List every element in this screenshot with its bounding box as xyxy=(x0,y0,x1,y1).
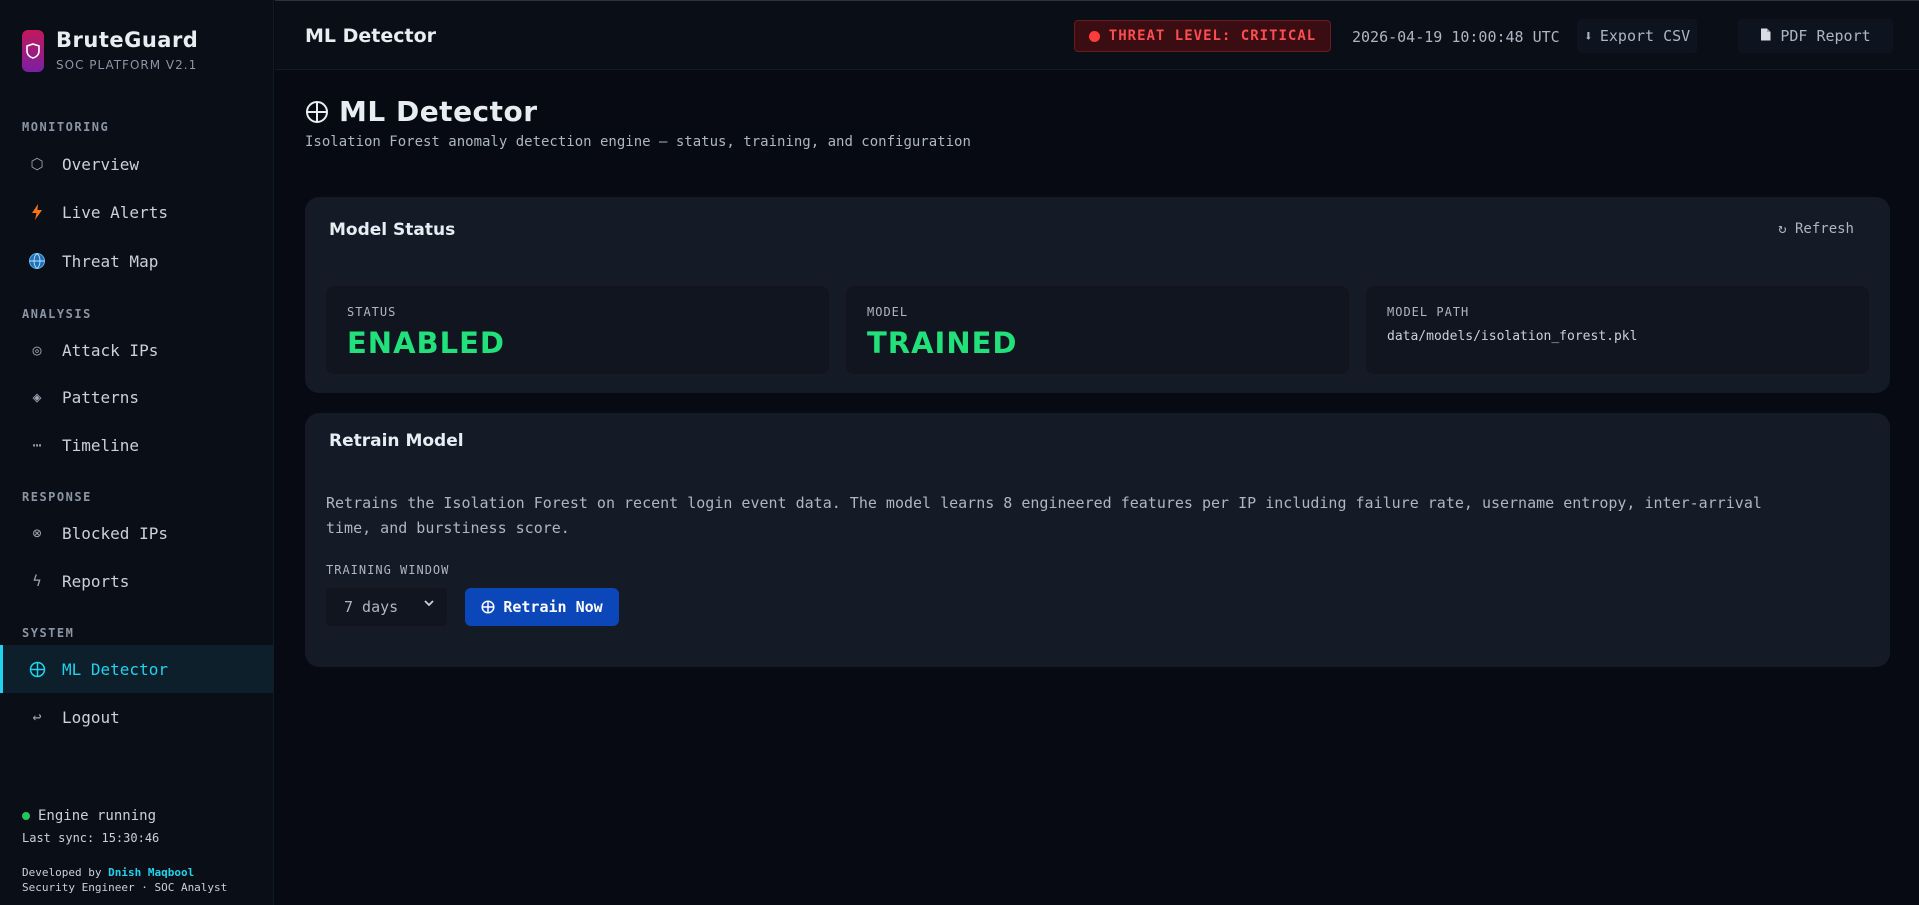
datetime-display: 2026-04-19 10:00:48 UTC xyxy=(1352,28,1560,46)
crosshair-icon xyxy=(26,661,48,678)
engine-status-text: Engine running xyxy=(38,808,157,824)
pdf-report-label: PDF Report xyxy=(1780,27,1871,45)
sidebar-item-label: Patterns xyxy=(62,387,140,407)
refresh-label: Refresh xyxy=(1794,221,1854,237)
sidebar-item-patterns[interactable]: ◈ Patterns xyxy=(0,373,273,421)
retrain-now-button[interactable]: Retrain Now xyxy=(465,588,619,626)
developer-credit: Developed by Dnish Maqbool xyxy=(22,866,194,879)
brand-title: BruteGuard xyxy=(56,28,199,52)
export-csv-label: Export CSV xyxy=(1599,27,1691,45)
sidebar-item-reports[interactable]: ϟ Reports xyxy=(0,557,273,605)
target-icon: ◎ xyxy=(32,341,42,359)
model-path-value: data/models/isolation_forest.pkl xyxy=(1387,329,1638,344)
alert-dot-icon xyxy=(1088,30,1100,42)
top-bar: ML Detector THREAT LEVEL: CRITICAL 2026-… xyxy=(275,0,1919,70)
sidebar-item-threat-map[interactable]: Threat Map xyxy=(0,237,273,285)
nav-section-response: RESPONSE xyxy=(22,490,92,504)
top-bar-title: ML Detector xyxy=(305,25,437,47)
retrain-now-label: Retrain Now xyxy=(503,598,603,616)
developed-by-label: Developed by xyxy=(22,866,102,879)
brand: BruteGuard SOC PLATFORM V2.1 xyxy=(22,28,198,72)
retrain-description: Retrains the Isolation Forest on recent … xyxy=(326,494,1762,537)
refresh-button[interactable]: ↻ Refresh xyxy=(1778,221,1854,237)
training-window-value: 7 days xyxy=(344,598,399,616)
model-status-title: Model Status xyxy=(329,220,456,240)
sidebar-item-label: Live Alerts xyxy=(62,202,168,222)
model-value: TRAINED xyxy=(867,326,1018,360)
status-label: STATUS xyxy=(347,305,397,319)
model-path-stat-card: MODEL PATH data/models/isolation_forest.… xyxy=(1366,286,1869,374)
pdf-report-button[interactable]: PDF Report xyxy=(1738,19,1893,53)
chevron-down-icon xyxy=(423,597,435,613)
logout-icon: ↩ xyxy=(32,708,42,726)
nav-section-monitoring: MONITORING xyxy=(22,120,110,134)
status-dot-icon xyxy=(22,812,30,820)
sidebar-item-blocked-ips[interactable]: ⊗ Blocked IPs xyxy=(0,509,273,557)
ellipsis-icon: ⋯ xyxy=(32,436,42,454)
brand-subtitle: SOC PLATFORM V2.1 xyxy=(56,58,198,72)
training-window-label: TRAINING WINDOW xyxy=(326,563,450,577)
download-icon: ⬇ xyxy=(1583,27,1593,45)
shield-logo-icon xyxy=(22,30,44,72)
retrain-title: Retrain Model xyxy=(329,431,464,451)
sidebar-item-label: Timeline xyxy=(62,435,140,455)
threat-level-text: THREAT LEVEL: CRITICAL xyxy=(1108,28,1317,44)
sidebar-item-ml-detector[interactable]: ML Detector xyxy=(0,645,273,693)
sidebar-item-label: Overview xyxy=(62,154,140,174)
sidebar-item-live-alerts[interactable]: Live Alerts xyxy=(0,188,273,236)
developer-name: Dnish Maqbool xyxy=(108,866,195,879)
sidebar-item-attack-ips[interactable]: ◎ Attack IPs xyxy=(0,326,273,374)
bolt-icon: ϟ xyxy=(32,572,42,590)
sidebar-item-label: Logout xyxy=(62,707,120,727)
sidebar-item-timeline[interactable]: ⋯ Timeline xyxy=(0,421,273,469)
sidebar-item-overview[interactable]: ⬡ Overview xyxy=(0,140,273,188)
model-status-card: Model Status ↻ Refresh STATUS ENABLED MO… xyxy=(305,197,1890,393)
lightning-icon xyxy=(26,204,48,220)
sidebar-item-label: Attack IPs xyxy=(62,340,159,360)
refresh-icon: ↻ xyxy=(1778,221,1787,237)
sidebar-item-label: ML Detector xyxy=(62,659,168,679)
crosshair-icon xyxy=(305,100,329,124)
blocked-icon: ⊗ xyxy=(32,524,42,542)
hexagon-icon: ⬡ xyxy=(30,155,44,173)
model-path-label: MODEL PATH xyxy=(1387,305,1470,319)
export-csv-button[interactable]: ⬇ Export CSV xyxy=(1577,19,1697,53)
page-title: ML Detector xyxy=(339,95,538,128)
sidebar-item-label: Threat Map xyxy=(62,251,159,271)
status-value: ENABLED xyxy=(347,326,505,360)
globe-icon xyxy=(26,252,48,270)
threat-level-badge: THREAT LEVEL: CRITICAL xyxy=(1074,20,1331,52)
engine-status: Engine running xyxy=(22,808,156,824)
model-label: MODEL xyxy=(867,305,909,319)
sidebar-item-label: Blocked IPs xyxy=(62,523,168,543)
page-subtitle: Isolation Forest anomaly detection engin… xyxy=(305,134,971,150)
document-icon xyxy=(1760,27,1771,45)
nav-section-system: SYSTEM xyxy=(22,626,75,640)
status-stat-card: STATUS ENABLED xyxy=(326,286,829,374)
nav-section-analysis: ANALYSIS xyxy=(22,307,92,321)
developer-role: Security Engineer · SOC Analyst xyxy=(22,881,228,894)
training-window-select[interactable]: 7 days xyxy=(326,588,447,626)
diamond-icon: ◈ xyxy=(32,388,42,406)
sidebar-item-logout[interactable]: ↩ Logout xyxy=(0,693,273,741)
page-header: ML Detector xyxy=(305,95,538,128)
sidebar-item-label: Reports xyxy=(62,571,130,591)
crosshair-icon xyxy=(481,600,495,614)
retrain-model-card: Retrain Model Retrains the Isolation For… xyxy=(305,413,1890,667)
model-stat-card: MODEL TRAINED xyxy=(846,286,1349,374)
sidebar: BruteGuard SOC PLATFORM V2.1 MONITORING … xyxy=(0,0,274,905)
last-sync: Last sync: 15:30:46 xyxy=(22,831,160,845)
